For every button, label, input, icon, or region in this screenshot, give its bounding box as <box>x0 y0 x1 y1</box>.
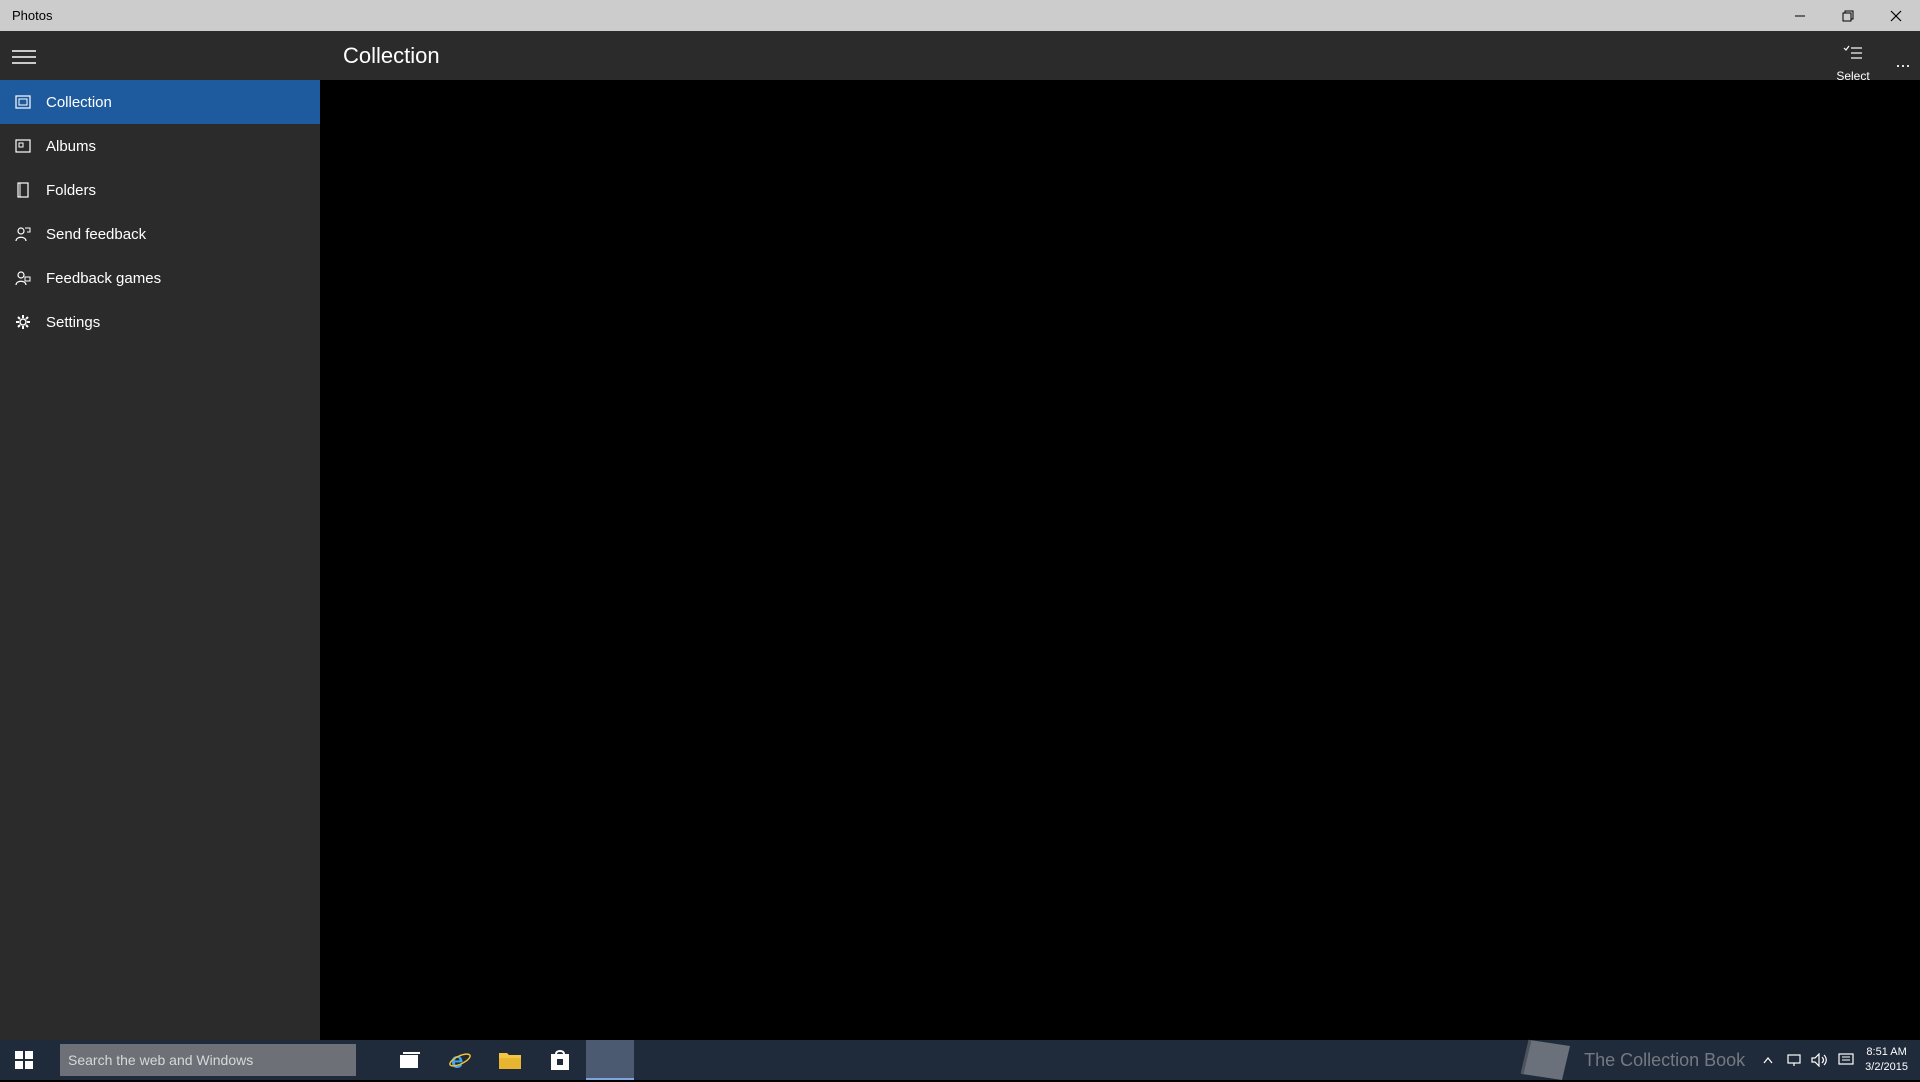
sidebar-item-collection[interactable]: Collection <box>0 80 320 124</box>
start-button[interactable] <box>0 1040 48 1080</box>
volume-button[interactable] <box>1807 1040 1833 1080</box>
minimize-button[interactable] <box>1776 0 1824 31</box>
windows-logo-icon <box>15 1051 33 1069</box>
task-view-icon <box>400 1052 420 1068</box>
notification-icon <box>1838 1053 1854 1065</box>
sidebar-item-label: Settings <box>46 313 101 331</box>
watermark-text: The Collection Book <box>1584 1049 1746 1070</box>
albums-icon <box>14 137 32 155</box>
taskbar: e The Collection Book 8:51 AM 3/2/2015 <box>0 1038 1920 1082</box>
close-button[interactable] <box>1872 0 1920 31</box>
sidebar-item-feedback-games[interactable]: Feedback games <box>0 256 320 300</box>
title-bar: Photos <box>0 0 1920 31</box>
minimize-icon <box>1795 15 1805 16</box>
system-tray: The Collection Book 8:51 AM 3/2/2015 <box>1520 1038 1920 1082</box>
sidebar-item-label: Send feedback <box>46 225 147 243</box>
task-view-button[interactable] <box>386 1040 434 1080</box>
collection-content-area <box>320 80 1920 1040</box>
watermark: The Collection Book <box>1520 1038 1745 1082</box>
collection-icon <box>14 93 32 111</box>
sidebar-item-send-feedback[interactable]: Send feedback <box>0 212 320 256</box>
hamburger-icon <box>12 50 36 64</box>
window-controls <box>1776 0 1920 31</box>
hamburger-menu-button[interactable] <box>10 45 38 69</box>
file-explorer-button[interactable] <box>486 1040 534 1080</box>
sidebar-item-folders[interactable]: Folders <box>0 168 320 212</box>
clock-time: 8:51 AM <box>1866 1046 1907 1058</box>
internet-explorer-button[interactable]: e <box>436 1040 484 1080</box>
photos-taskbar-button[interactable] <box>586 1040 634 1080</box>
sidebar: Collection Albums Folders Send feedback … <box>0 31 320 1040</box>
taskbar-clock[interactable]: 8:51 AM 3/2/2015 <box>1865 1045 1908 1075</box>
sidebar-item-label: Collection <box>46 93 112 111</box>
store-button[interactable] <box>536 1040 584 1080</box>
internet-explorer-icon: e <box>449 1048 471 1072</box>
sidebar-item-settings[interactable]: Settings <box>0 300 320 344</box>
network-icon <box>1787 1054 1801 1066</box>
speaker-icon <box>1811 1053 1828 1067</box>
network-button[interactable] <box>1781 1040 1807 1080</box>
action-center-button[interactable] <box>1833 1040 1859 1080</box>
send-feedback-icon <box>14 225 32 243</box>
store-icon <box>551 1050 569 1070</box>
restore-button[interactable] <box>1824 0 1872 31</box>
chevron-up-icon <box>1763 1057 1773 1064</box>
clock-date: 3/2/2015 <box>1865 1061 1908 1073</box>
folders-icon <box>14 181 32 199</box>
close-icon <box>1890 10 1902 21</box>
show-hidden-icons-button[interactable] <box>1755 1040 1781 1080</box>
window-title: Photos <box>12 8 53 23</box>
book-icon <box>1520 1039 1571 1080</box>
sidebar-item-albums[interactable]: Albums <box>0 124 320 168</box>
select-list-icon <box>1843 45 1863 65</box>
more-icon: ... <box>1895 50 1911 71</box>
sidebar-nav: Collection Albums Folders Send feedback … <box>0 80 320 344</box>
gear-icon <box>14 313 32 331</box>
restore-icon <box>1842 10 1854 21</box>
sidebar-item-label: Feedback games <box>46 269 162 287</box>
sidebar-item-label: Albums <box>46 137 97 155</box>
folder-icon <box>499 1053 521 1069</box>
page-header: Collection Select ... <box>320 31 1920 91</box>
feedback-games-icon <box>14 269 32 287</box>
taskbar-search-input[interactable] <box>60 1044 356 1076</box>
page-title: Collection <box>343 43 440 68</box>
sidebar-item-label: Folders <box>46 181 97 199</box>
